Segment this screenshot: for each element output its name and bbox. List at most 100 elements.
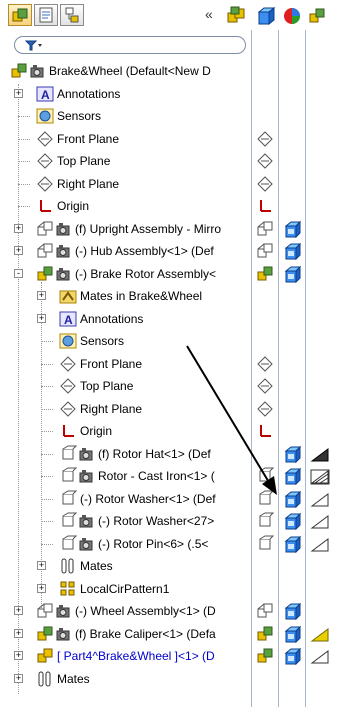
tree-row[interactable]: (-) Rotor Washer<27> — [0, 510, 356, 532]
property-manager-tab[interactable] — [34, 4, 58, 26]
tree-row[interactable]: (-) Rotor Washer<1> (Def — [0, 488, 356, 510]
state-column-icon[interactable] — [256, 422, 274, 440]
display-pane-icon[interactable] — [256, 6, 278, 26]
state-column-icon[interactable] — [256, 490, 274, 508]
tree-row[interactable]: + A Annotations — [0, 83, 356, 105]
state-column-icon[interactable] — [256, 130, 274, 148]
tree-row[interactable]: Origin — [0, 420, 356, 442]
tree-row[interactable]: Right Plane — [0, 398, 356, 420]
tree-row[interactable]: Top Plane — [0, 150, 356, 172]
state-column-icon[interactable] — [256, 625, 274, 643]
appearance-column-icon[interactable] — [310, 447, 330, 463]
tree-row[interactable]: + (f) Brake Caliper<1> (Defa — [0, 623, 356, 645]
display-column-icon[interactable] — [283, 242, 301, 260]
collapse-panel-button[interactable]: « — [205, 6, 213, 22]
tree-row[interactable]: + (-) Wheel Assembly<1> (D — [0, 600, 356, 622]
part-icon — [62, 490, 77, 504]
expand-toggle[interactable]: + — [14, 651, 23, 660]
tree-row[interactable]: + Mates — [0, 555, 356, 577]
expand-toggle[interactable]: + — [14, 606, 23, 615]
tree-row[interactable]: + (-) Hub Assembly<1> (Def — [0, 240, 356, 262]
tree-row[interactable]: (-) Rotor Pin<6> (.5< — [0, 533, 356, 555]
expand-toggle[interactable]: + — [14, 246, 23, 255]
tree-connector — [18, 183, 30, 185]
state-column-icon[interactable] — [256, 512, 274, 530]
display-column-icon[interactable] — [283, 265, 301, 283]
display-column-icon[interactable] — [283, 220, 301, 238]
display-column-icon[interactable] — [283, 535, 301, 553]
tree-row[interactable]: + [ Part4^Brake&Wheel ]<1> (D — [0, 645, 356, 667]
state-column-icon[interactable] — [256, 242, 274, 260]
display-column-icon[interactable] — [283, 512, 301, 530]
feature-manager-tab[interactable] — [8, 4, 32, 26]
tree-row[interactable]: Front Plane — [0, 128, 356, 150]
state-column-icon[interactable] — [256, 355, 274, 373]
tree-row[interactable]: + Mates in Brake&Wheel — [0, 285, 356, 307]
expand-toggle[interactable]: + — [37, 291, 46, 300]
display-column-icon[interactable] — [283, 445, 301, 463]
display-column-icon[interactable] — [283, 625, 301, 643]
tree-row[interactable]: Sensors — [0, 105, 356, 127]
tree-row[interactable]: Right Plane — [0, 173, 356, 195]
camera-icon — [56, 222, 70, 235]
display-column-icon[interactable] — [283, 647, 301, 665]
origin-icon — [63, 425, 74, 437]
appearance-icon[interactable] — [282, 6, 304, 26]
appearance-column-icon[interactable] — [310, 649, 330, 665]
tree-row[interactable]: Top Plane — [0, 375, 356, 397]
tree-item-label: Mates — [57, 671, 90, 686]
tree-row[interactable]: - (-) Brake Rotor Assembly< — [0, 263, 356, 285]
expand-toggle[interactable]: + — [14, 88, 23, 98]
expand-toggle[interactable]: + — [37, 313, 46, 323]
camera-icon — [79, 447, 93, 460]
display-column-icon[interactable] — [283, 602, 301, 620]
state-column-icon[interactable] — [256, 265, 274, 283]
tree-row[interactable]: + LocalCirPattern1 — [0, 578, 356, 600]
display-column-icon[interactable] — [283, 490, 301, 508]
state-column-icon[interactable] — [256, 220, 274, 238]
expand-toggle[interactable]: + — [14, 223, 23, 233]
tree-row[interactable]: + (f) Upright Assembly - Mirro — [0, 218, 356, 240]
state-column-icon[interactable] — [256, 602, 274, 620]
state-column-icon[interactable] — [256, 400, 274, 418]
camera-icon — [79, 470, 93, 483]
scene-icon[interactable] — [308, 6, 330, 26]
appearance-column-icon[interactable] — [310, 627, 330, 643]
part-icon — [62, 535, 77, 549]
tree-item-label: Top Plane — [57, 154, 111, 168]
tree-row[interactable]: Brake&Wheel (Default<New D — [0, 60, 356, 82]
camera-icon — [56, 605, 70, 618]
state-column-icon[interactable] — [256, 467, 274, 485]
subassembly-icon — [37, 243, 53, 258]
assembly-icon[interactable] — [226, 6, 248, 26]
tree-row[interactable]: + Mates — [0, 668, 356, 690]
filter-icon — [25, 40, 42, 51]
state-column-icon[interactable] — [256, 152, 274, 170]
appearance-column-icon[interactable] — [310, 537, 330, 553]
display-column-icon[interactable] — [283, 467, 301, 485]
tree-row[interactable]: Origin — [0, 195, 356, 217]
tree-row[interactable]: (f) Rotor Hat<1> (Def — [0, 443, 356, 465]
appearance-column-icon[interactable] — [310, 469, 330, 485]
appearance-column-icon[interactable] — [310, 514, 330, 530]
part-icon — [62, 467, 77, 482]
collapse-toggle[interactable]: - — [14, 268, 23, 278]
expand-toggle[interactable]: + — [37, 583, 46, 593]
state-column-icon[interactable] — [256, 535, 274, 553]
expand-toggle[interactable]: + — [14, 628, 23, 638]
state-column-icon[interactable] — [256, 197, 274, 215]
expand-toggle[interactable]: + — [14, 673, 23, 683]
appearance-column-icon[interactable] — [310, 492, 330, 508]
tree-row[interactable]: Sensors — [0, 330, 356, 352]
tree-row[interactable]: Rotor - Cast Iron<1> ( — [0, 465, 356, 487]
configuration-manager-tab[interactable] — [60, 4, 84, 26]
state-column-icon[interactable] — [256, 175, 274, 193]
tree-item-label: Top Plane — [80, 379, 134, 393]
tree-row[interactable]: + A Annotations — [0, 308, 356, 330]
expand-toggle[interactable]: + — [37, 561, 46, 570]
state-column-icon[interactable] — [256, 647, 274, 665]
state-column-icon[interactable] — [256, 377, 274, 395]
filter-field[interactable] — [14, 36, 246, 54]
pattern-icon — [60, 581, 75, 595]
tree-row[interactable]: Front Plane — [0, 353, 356, 375]
